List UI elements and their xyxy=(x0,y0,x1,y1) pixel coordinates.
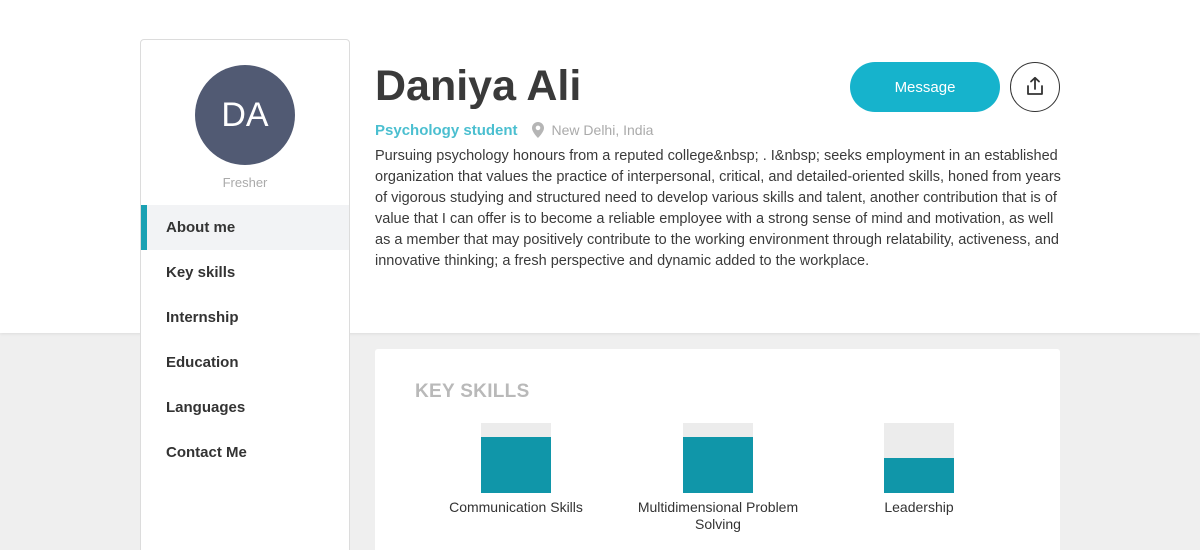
sidebar-item-education[interactable]: Education xyxy=(141,340,349,385)
experience-level: Fresher xyxy=(222,175,268,190)
sidebar-item-label: Internship xyxy=(166,309,239,326)
skill-bar-track xyxy=(481,423,551,493)
sidebar-item-label: Contact Me xyxy=(166,444,247,461)
skill-label: Communication Skills xyxy=(449,499,583,515)
sidebar-item-label: About me xyxy=(166,219,236,236)
location-pin-icon xyxy=(531,122,544,138)
sidebar-item-languages[interactable]: Languages xyxy=(141,385,349,430)
sidebar-item-label: Education xyxy=(166,354,239,371)
sidebar-item-about-me[interactable]: About me xyxy=(141,205,349,250)
skill-bar-fill xyxy=(683,437,753,493)
sidebar-item-contact-me[interactable]: Contact Me xyxy=(141,430,349,475)
profile-sidebar: DA Fresher About me Key skills Internshi… xyxy=(140,39,350,550)
profile-subline: Psychology student New Delhi, India xyxy=(375,120,653,140)
sidebar-item-key-skills[interactable]: Key skills xyxy=(141,250,349,295)
skill-bar-fill xyxy=(481,437,551,493)
profile-summary: Pursuing psychology honours from a reput… xyxy=(375,148,1061,269)
avatar: DA xyxy=(195,65,295,165)
profile-location: New Delhi, India xyxy=(551,122,654,138)
skill-label: Multidimensional Problem Solving xyxy=(637,499,799,532)
skill-label: Leadership xyxy=(884,499,954,515)
skill-bar-track xyxy=(884,423,954,493)
sidebar-item-label: Languages xyxy=(166,399,246,416)
profile-role: Psychology student xyxy=(375,121,518,139)
key-skills-card: KEY SKILLS Communication Skills Multidim… xyxy=(375,349,1060,550)
skill-bar-track xyxy=(683,423,753,493)
message-button[interactable]: Message xyxy=(850,62,1000,112)
sidebar-nav: About me Key skills Internship Education… xyxy=(141,205,349,475)
sidebar-item-label: Key skills xyxy=(166,264,236,281)
share-button[interactable] xyxy=(1010,62,1060,112)
share-icon xyxy=(1025,76,1045,99)
sidebar-item-internship[interactable]: Internship xyxy=(141,295,349,340)
skill-bar-fill xyxy=(884,458,954,493)
key-skills-title: KEY SKILLS xyxy=(415,381,530,402)
profile-name: Daniya Ali xyxy=(375,62,582,110)
